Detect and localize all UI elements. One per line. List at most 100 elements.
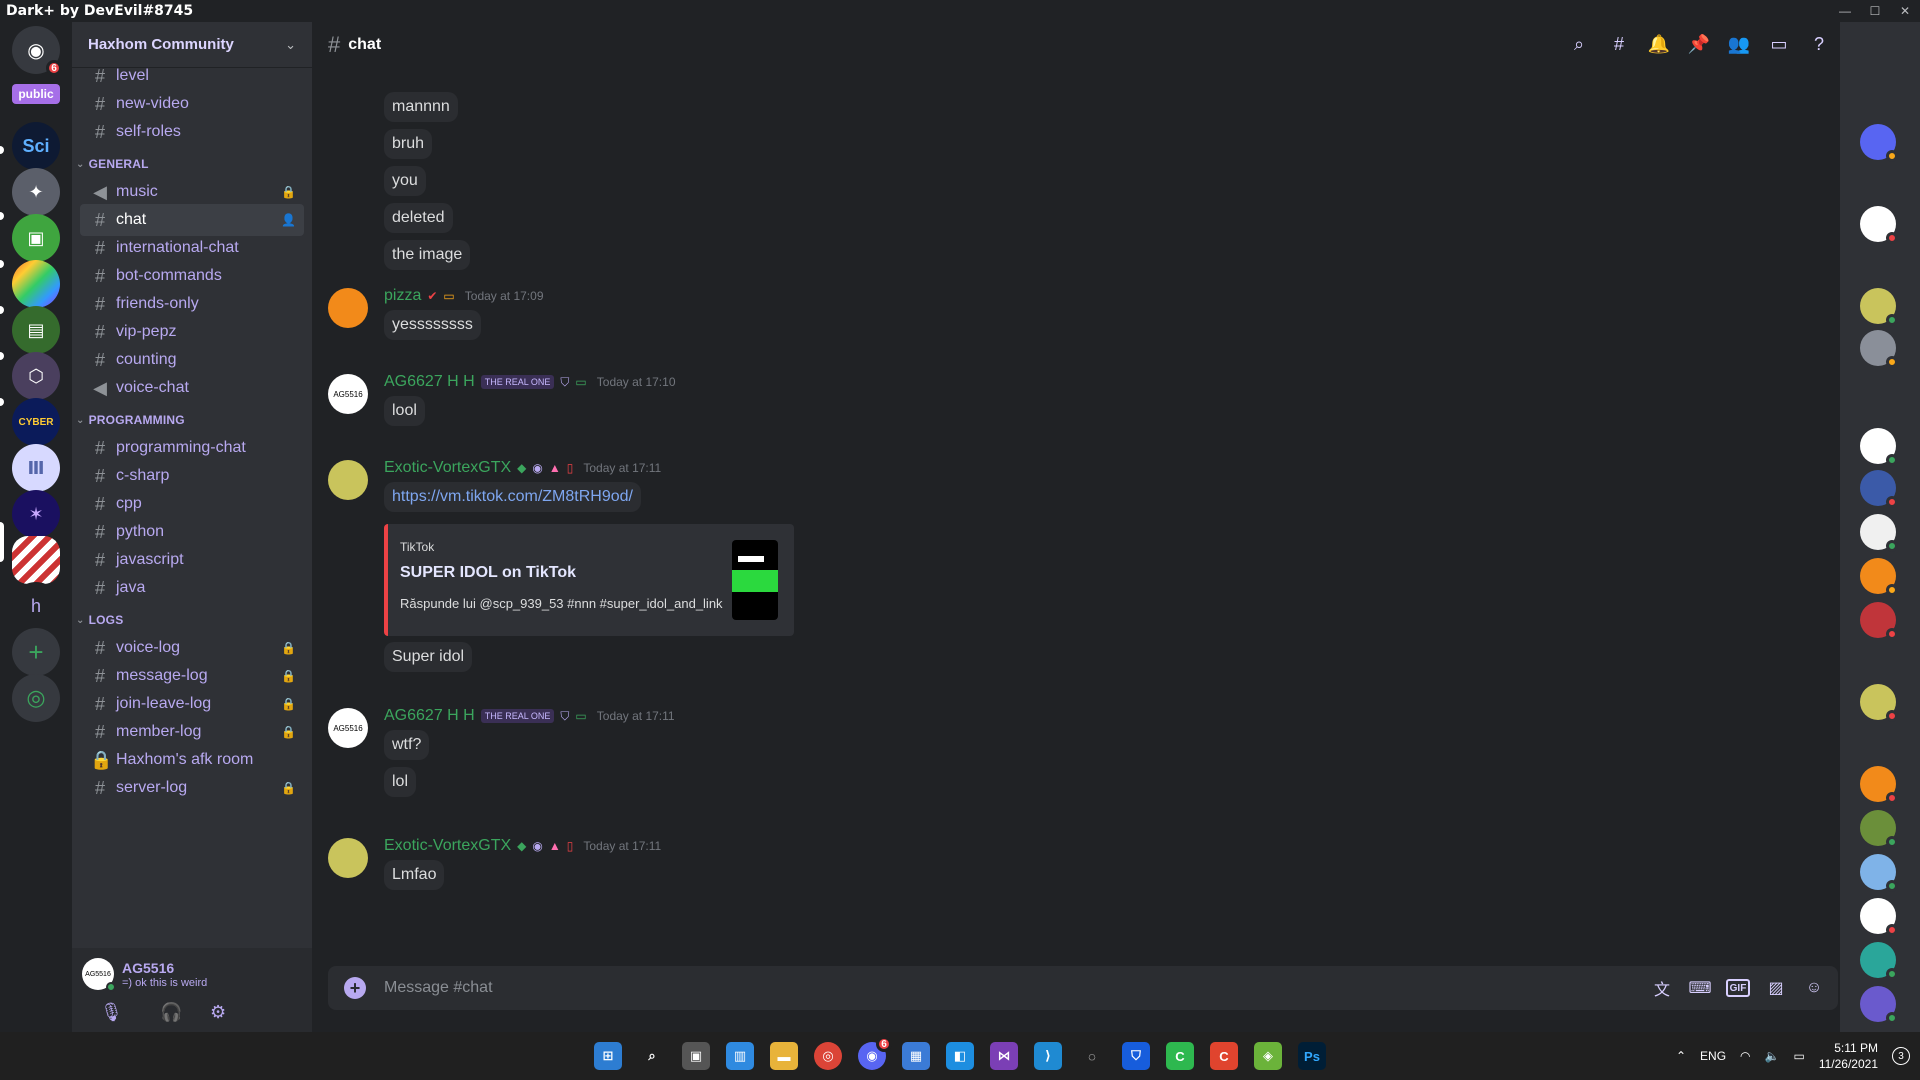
channel-label: level — [116, 67, 149, 84]
unread-pill — [0, 260, 4, 268]
bluestacks-icon[interactable]: ◈ — [1254, 1042, 1282, 1070]
server-icon-gear[interactable]: ✦ — [12, 168, 60, 216]
server-icon-h[interactable]: h — [12, 582, 60, 630]
emoji-icon[interactable]: ☺ — [1802, 976, 1826, 1000]
member-avatar[interactable] — [1860, 684, 1898, 722]
server-icon-book[interactable]: ▤ — [12, 306, 60, 354]
battery-icon[interactable]: ▭ — [1793, 1049, 1804, 1063]
member-avatar[interactable] — [1860, 428, 1898, 466]
chevron-up-icon[interactable]: ⌃ — [1676, 1049, 1686, 1063]
pin-icon[interactable]: 📌 — [1686, 32, 1712, 56]
camtasia-icon[interactable]: C — [1166, 1042, 1194, 1070]
file-explorer-icon[interactable]: ▬ — [770, 1042, 798, 1070]
server-icon-sci[interactable]: Sci — [12, 122, 60, 170]
message-author[interactable]: AG6627 H H — [384, 707, 475, 725]
member-avatar[interactable] — [1860, 854, 1898, 892]
member-avatar[interactable] — [1860, 470, 1898, 508]
notification-count[interactable]: 3 — [1892, 1047, 1910, 1065]
channel-server-log[interactable]: # server-log 🔒 — [80, 772, 304, 804]
message-author[interactable]: Exotic-VortexGTX — [384, 837, 511, 855]
member-avatar[interactable] — [1860, 766, 1898, 804]
vscode-icon[interactable]: ⟩ — [1034, 1042, 1062, 1070]
member-avatar[interactable] — [1860, 206, 1898, 244]
member-avatar[interactable] — [1860, 514, 1898, 552]
member-avatar[interactable] — [1860, 288, 1898, 326]
member-avatar[interactable] — [1860, 986, 1898, 1024]
message-bubble: lol — [384, 767, 417, 797]
gif-icon[interactable]: GIF — [1726, 979, 1750, 997]
threads-icon[interactable]: # — [1606, 32, 1632, 56]
invite-icon[interactable]: 👤 — [281, 213, 296, 227]
widgets-icon[interactable]: ▥ — [726, 1042, 754, 1070]
channel-voice-chat[interactable]: ◀ voice-chat — [80, 372, 304, 404]
member-avatar[interactable] — [1860, 898, 1898, 936]
discord-icon[interactable]: ◉ 6 — [858, 1036, 892, 1070]
visual-studio-icon[interactable]: ⋈ — [990, 1042, 1018, 1070]
member-avatar[interactable] — [1860, 558, 1898, 596]
photoshop-icon[interactable]: Ps — [1298, 1042, 1326, 1070]
message-input[interactable] — [384, 976, 1684, 1000]
members-icon[interactable]: 👥 — [1726, 32, 1752, 56]
obs-icon[interactable]: ◌ — [1078, 1042, 1106, 1070]
member-avatar[interactable] — [1860, 124, 1898, 162]
upload-plus-button[interactable]: + — [344, 977, 366, 999]
headphones-icon[interactable]: 🎧 — [160, 1002, 182, 1023]
app-c-icon[interactable]: C — [1210, 1042, 1238, 1070]
maximize-icon[interactable]: ☐ — [1860, 0, 1890, 22]
category-logs[interactable]: ⌄ LOGS — [76, 610, 123, 630]
server-icon-rainbow[interactable] — [12, 260, 60, 308]
message-author[interactable]: pizza — [384, 287, 421, 305]
channel-self-roles[interactable]: # self-roles — [80, 116, 304, 148]
search-icon[interactable]: ⌕ — [638, 1042, 666, 1070]
volume-icon[interactable]: 🔈 — [1765, 1049, 1780, 1063]
wifi-icon[interactable]: ◠ — [1740, 1049, 1750, 1063]
clock[interactable]: 5:11 PM 11/26/2021 — [1819, 1040, 1878, 1072]
avatar[interactable]: AG5516 — [328, 374, 368, 414]
channel-java[interactable]: # java — [80, 572, 304, 604]
translate-icon[interactable]: 文 — [1650, 976, 1674, 1000]
chrome-icon[interactable]: ◎ — [814, 1042, 842, 1070]
task-view-icon[interactable]: ▣ — [682, 1042, 710, 1070]
store-icon[interactable]: ▦ — [902, 1042, 930, 1070]
outlook-icon[interactable]: ◧ — [946, 1042, 974, 1070]
member-avatar[interactable] — [1860, 810, 1898, 848]
help-icon[interactable]: ? — [1806, 32, 1832, 56]
embed-title[interactable]: SUPER IDOL on TikTok — [400, 564, 576, 582]
avatar[interactable] — [328, 288, 368, 328]
server-icon-box[interactable]: ⬡ — [12, 352, 60, 400]
avatar[interactable]: AG5516 — [328, 708, 368, 748]
message-author[interactable]: Exotic-VortexGTX — [384, 459, 511, 477]
language-indicator[interactable]: ENG — [1700, 1049, 1726, 1063]
gear-icon[interactable]: ⚙ — [210, 1002, 226, 1023]
embed-provider[interactable]: TikTok — [400, 540, 434, 554]
hash-icon: # — [94, 265, 105, 286]
category-programming[interactable]: ⌄ PROGRAMMING — [76, 410, 185, 430]
server-icon-galaxy[interactable]: ✶ — [12, 490, 60, 538]
microphone-icon[interactable]: 🎙 — [100, 1002, 123, 1023]
embed-thumbnail[interactable] — [732, 540, 778, 620]
minimize-icon[interactable]: — — [1830, 0, 1860, 22]
bitwarden-icon[interactable]: ⛉ — [1122, 1042, 1150, 1070]
member-avatar[interactable] — [1860, 330, 1898, 368]
bell-icon[interactable]: 🔔 — [1646, 32, 1672, 56]
category-general[interactable]: ⌄ GENERAL — [76, 154, 149, 174]
close-icon[interactable]: ✕ — [1890, 0, 1920, 22]
avatar[interactable] — [328, 838, 368, 878]
member-avatar[interactable] — [1860, 942, 1898, 980]
explore-servers-button[interactable]: ◎ — [12, 674, 60, 722]
search-icon[interactable]: ⌕ — [1566, 32, 1592, 56]
add-server-button[interactable]: + — [12, 628, 60, 676]
home-button[interactable]: ◉ 6 — [12, 26, 62, 76]
member-avatar[interactable] — [1860, 602, 1898, 640]
message-author[interactable]: AG6627 H H — [384, 373, 475, 391]
avatar[interactable] — [328, 460, 368, 500]
server-icon-cube[interactable]: ▣ — [12, 214, 60, 262]
tiktok-link[interactable]: https://vm.tiktok.com/ZM8tRH9od/ — [392, 488, 633, 505]
server-icon-cyber[interactable]: CYBER — [12, 398, 60, 446]
server-icon-technology[interactable]: Ⅲ — [12, 444, 60, 492]
sticker-icon[interactable]: ▨ — [1764, 976, 1788, 1000]
keyboard-icon[interactable]: ⌨ — [1688, 976, 1712, 1000]
server-icon-haxhom[interactable] — [12, 536, 60, 584]
inbox-icon[interactable]: ▭ — [1766, 32, 1792, 56]
start-icon[interactable]: ⊞ — [594, 1042, 622, 1070]
